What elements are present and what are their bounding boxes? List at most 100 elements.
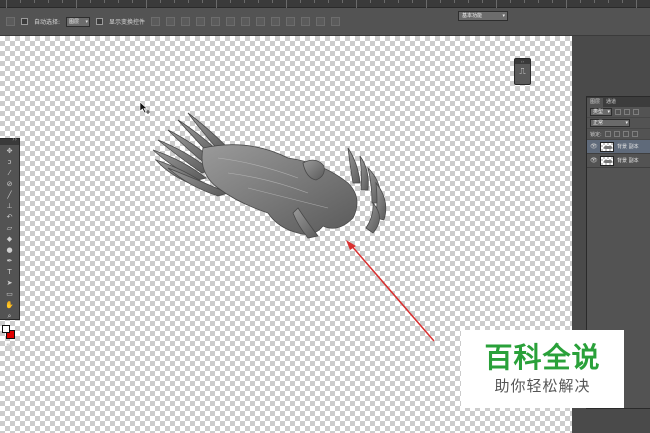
3d-mode-icon[interactable] [331,17,341,26]
layer-row[interactable]: 👁 背景 副本 [587,154,650,168]
pen-tool-icon[interactable]: ✒ [3,256,17,266]
ruler-tick [272,0,273,3]
align-hcenter-icon[interactable] [211,17,221,26]
ruler-tick [6,0,7,8]
watermark-logo: 百科全说 助你轻松解决 [461,330,624,408]
ruler-tick [216,0,217,8]
blend-mode-dropdown[interactable]: 正常 [590,119,630,127]
filter-adjustment-icon[interactable] [624,109,630,115]
ruler-tick [328,0,329,3]
blend-mode-row: 正常 [587,118,650,129]
ruler-tick [510,0,511,3]
ruler-tick [538,0,539,3]
lock-position-icon[interactable] [622,131,629,137]
distribute-bottom-icon[interactable] [271,17,281,26]
distribute-right-icon[interactable] [316,17,326,26]
filter-kind-dropdown[interactable]: 类型 [590,108,612,116]
ruler-tick [468,0,469,3]
color-swatches[interactable] [1,325,18,341]
distribute-vcenter-icon[interactable] [256,17,266,26]
distribute-left-icon[interactable] [286,17,296,26]
lasso-tool-icon[interactable]: ↄ [3,157,17,167]
blur-tool-icon[interactable]: ● [3,245,17,255]
quick-mask-icon[interactable]: ◙ [3,342,17,352]
show-transform-checkbox[interactable] [96,18,104,25]
zoom-tool-icon[interactable]: ⌕ [3,311,17,321]
show-transform-label: 显示变换控件 [109,19,146,26]
layer-thumbnail [600,141,614,152]
mini-panel-header[interactable]: ›› [515,59,530,64]
align-vcenter-icon[interactable] [166,17,176,26]
workspace-dropdown[interactable]: 基本功能 [458,11,508,21]
ruler-tick [622,0,623,3]
ruler-tick [244,0,245,3]
move-tool-icon[interactable] [6,17,15,26]
photoshop-window: 自动选择: 图层 显示变换控件 基本功能 [0,0,650,433]
lock-all-icon[interactable] [631,131,638,137]
ruler-tick [230,0,231,3]
ruler-tick [118,0,119,3]
shape-tool-icon[interactable]: ▭ [3,289,17,299]
layer-name: 背景 副本 [617,158,639,164]
move-tool-icon[interactable]: ✥ [3,146,17,156]
options-bar: 自动选择: 图层 显示变换控件 [0,8,650,36]
align-left-icon[interactable] [196,17,206,26]
align-top-icon[interactable] [151,17,161,26]
ruler-tick [580,0,581,3]
lock-transparent-icon[interactable] [604,131,611,137]
ruler-tick [482,0,483,3]
lock-label: 锁定: [590,131,602,138]
history-panel-icon[interactable]: ⎍ [515,67,530,77]
ruler-tick [440,0,441,3]
ruler-tick [524,0,525,3]
clone-stamp-icon[interactable]: ⊥ [3,201,17,211]
eraser-tool-icon[interactable]: ▱ [3,223,17,233]
visibility-eye-icon[interactable]: 👁 [590,157,598,164]
tab-layers[interactable]: 图层 [587,98,604,107]
ruler-tick [160,0,161,3]
hand-tool-icon[interactable]: ✋ [3,300,17,310]
foreground-color-swatch[interactable] [1,325,10,333]
ruler-tick [426,0,427,8]
healing-brush-icon[interactable]: ⊘ [3,179,17,189]
visibility-eye-icon[interactable]: 👁 [590,143,598,150]
layer-name: 背景 副本 [617,144,639,150]
type-tool-icon[interactable]: T [3,267,17,277]
path-selection-icon[interactable]: ➤ [3,278,17,288]
tab-channels[interactable]: 通道 [603,98,619,107]
align-bottom-icon[interactable] [181,17,191,26]
auto-select-dropdown[interactable]: 图层 [66,16,91,27]
ruler-tick [20,0,21,3]
ruler-tick [104,0,105,3]
brush-tool-icon[interactable]: ╱ [3,190,17,200]
filter-pixel-icon[interactable] [615,109,621,115]
lock-image-icon[interactable] [613,131,620,137]
auto-select-checkbox[interactable] [21,18,28,25]
layer-row[interactable]: 👁 背景 副本 [587,140,650,154]
mini-floating-panel: ›› ⎍ [514,58,531,85]
ruler-tick [90,0,91,3]
ruler-tick [552,0,553,3]
ruler-tick [412,0,413,3]
ruler-tick [76,0,77,8]
ruler-tick [34,0,35,3]
layer-filter-row: 类型 [587,107,650,118]
distribute-top-icon[interactable] [241,17,251,26]
ruler-tick [202,0,203,3]
history-brush-icon[interactable]: ↶ [3,212,17,222]
ruler-tick [48,0,49,3]
layers-panel-tabs: 图层 通道 [587,97,650,107]
distribute-hcenter-icon[interactable] [301,17,311,26]
ruler-tick [342,0,343,3]
eyedropper-tool-icon[interactable]: ⁄ [3,168,17,178]
watermark-title: 百科全说 [484,341,601,374]
align-right-icon[interactable] [226,17,236,26]
ruler-tick [356,0,357,8]
ruler-tick [370,0,371,3]
paint-bucket-icon[interactable]: ◆ [3,234,17,244]
ruler-tick [384,0,385,3]
ruler-tick [608,0,609,3]
ruler-tick [188,0,189,3]
tools-panel-header[interactable] [0,136,19,145]
filter-type-icon[interactable] [633,109,639,115]
